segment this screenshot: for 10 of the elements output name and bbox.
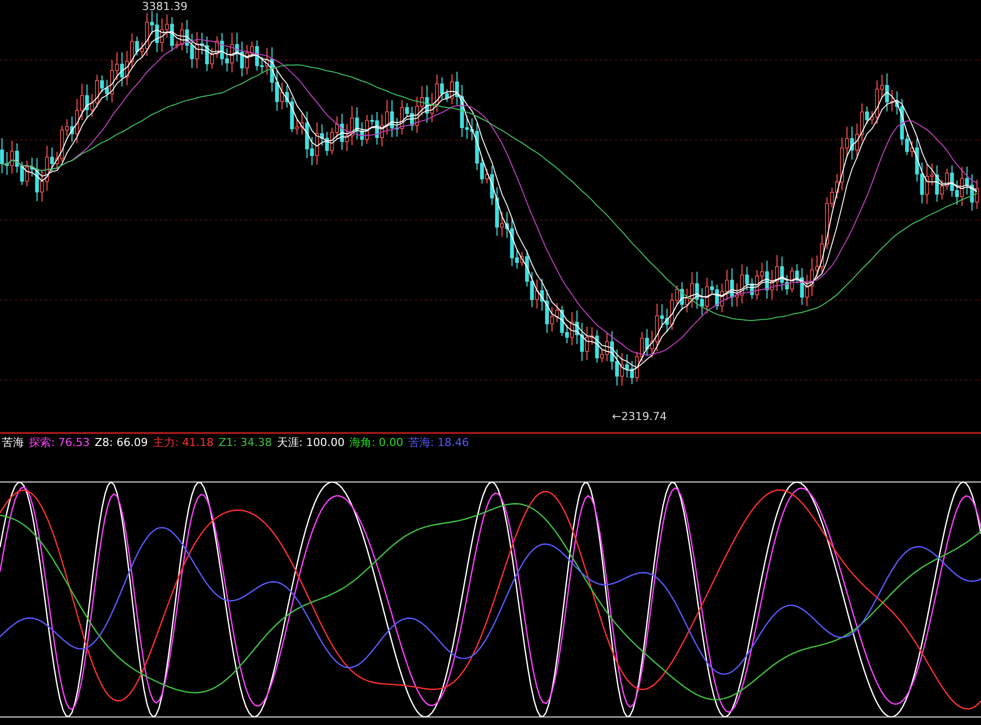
indicator-reading: 海角: 0.00	[350, 434, 404, 450]
indicator-reading: Z8: 66.09	[94, 436, 148, 448]
indicator-name: 苦海	[2, 434, 24, 450]
high-price-label: 3381.39	[142, 0, 188, 13]
low-price-label: ←2319.74	[612, 410, 667, 423]
indicator-reading: 苦海: 18.46	[408, 434, 469, 450]
indicator-reading: 主力: 41.18	[152, 434, 214, 450]
indicator-reading: Z1: 34.38	[218, 436, 272, 448]
indicator-reading: 探索: 76.53	[29, 434, 90, 450]
indicator-reading: 天涯: 100.00	[276, 434, 345, 450]
